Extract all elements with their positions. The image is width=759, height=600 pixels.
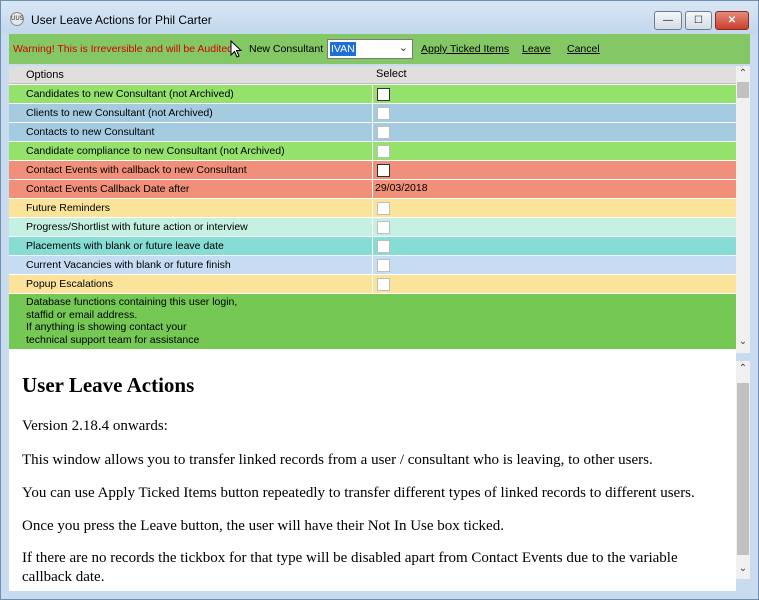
grid-scrollbar[interactable]: ⌃ ⌄ <box>736 66 750 353</box>
scroll-up-icon[interactable]: ⌃ <box>736 361 750 377</box>
option-label: Popup Escalations <box>26 278 113 290</box>
note-line: Database functions containing this user … <box>26 296 238 308</box>
select-checkbox <box>377 126 390 139</box>
table-row: Progress/Shortlist with future action or… <box>9 218 736 237</box>
option-label: Contacts to new Consultant <box>26 126 155 138</box>
mouse-cursor-icon <box>230 40 243 58</box>
note-line: If anything is showing contact your <box>26 321 187 333</box>
column-divider <box>372 237 373 255</box>
close-button[interactable]: ✕ <box>715 11 749 30</box>
column-divider <box>372 104 373 122</box>
table-row: Popup Escalations <box>9 275 736 294</box>
column-divider <box>372 161 373 179</box>
new-consultant-value: IVAN <box>330 42 356 56</box>
column-divider <box>372 275 373 293</box>
note-text: Database functions containing this user … <box>26 296 237 346</box>
cancel-link[interactable]: Cancel <box>567 43 600 55</box>
column-header-select[interactable]: Select <box>376 68 407 80</box>
maximize-button[interactable]: ☐ <box>685 11 712 30</box>
select-checkbox[interactable] <box>377 88 390 101</box>
note-line: technical support team for assistance <box>26 333 200 346</box>
options-grid: Options Select Candidates to new Consult… <box>9 66 736 353</box>
database-functions-note-row: Database functions containing this user … <box>9 294 736 350</box>
help-pane: User Leave Actions Version 2.18.4 onward… <box>9 353 736 591</box>
close-icon: ✕ <box>727 15 737 26</box>
warning-text: Warning! This is Irreversible and will b… <box>13 43 233 55</box>
title-bar[interactable]: UUS User Leave Actions for Phil Carter —… <box>1 1 758 34</box>
table-row: Future Reminders <box>9 199 736 218</box>
apply-ticked-items-link[interactable]: Apply Ticked Items <box>421 43 509 55</box>
table-row: Contacts to new Consultant <box>9 123 736 142</box>
help-paragraph: You can use Apply Ticked Items button re… <box>22 485 695 501</box>
user-leave-actions-window: UUS User Leave Actions for Phil Carter —… <box>0 0 759 600</box>
select-checkbox <box>377 259 390 272</box>
select-checkbox <box>377 202 390 215</box>
grid-header: Options Select <box>9 66 736 84</box>
help-paragraph: If there are no records the tickbox for … <box>22 550 678 585</box>
note-line: staffid or email address. <box>26 308 138 321</box>
new-consultant-dropdown[interactable]: IVAN ⌄ <box>327 39 413 59</box>
select-checkbox <box>377 240 390 253</box>
column-header-options[interactable]: Options <box>26 69 64 81</box>
help-paragraph: Once you press the Leave button, the use… <box>22 518 504 534</box>
app-icon: UUS <box>10 12 24 26</box>
help-heading: User Leave Actions <box>22 373 195 397</box>
option-label: Candidate compliance to new Consultant (… <box>26 145 285 157</box>
column-divider <box>372 218 373 236</box>
callback-date-field[interactable]: 29/03/2018 <box>375 182 428 194</box>
table-row: Current Vacancies with blank or future f… <box>9 256 736 275</box>
column-divider <box>372 199 373 217</box>
help-scrollbar[interactable]: ⌃ ⌄ <box>736 361 750 579</box>
select-checkbox <box>377 278 390 291</box>
scroll-down-icon[interactable]: ⌄ <box>736 561 750 577</box>
help-version: Version 2.18.4 onwards: <box>22 418 168 434</box>
option-label: Future Reminders <box>26 202 111 214</box>
leave-link[interactable]: Leave <box>522 43 551 55</box>
chevron-down-icon[interactable]: ⌄ <box>399 41 408 54</box>
table-row: Candidates to new Consultant (not Archiv… <box>9 85 736 104</box>
table-row: Contact Events with callback to new Cons… <box>9 161 736 180</box>
option-label: Contact Events with callback to new Cons… <box>26 164 247 176</box>
table-row: Contact Events Callback Date after 29/03/… <box>9 180 736 199</box>
option-label: Progress/Shortlist with future action or… <box>26 221 248 233</box>
column-divider <box>372 123 373 141</box>
option-label: Placements with blank or future leave da… <box>26 240 224 252</box>
table-row: Candidate compliance to new Consultant (… <box>9 142 736 161</box>
window-title: User Leave Actions for Phil Carter <box>31 13 212 27</box>
option-label: Current Vacancies with blank or future f… <box>26 259 231 271</box>
maximize-icon: ☐ <box>694 15 703 26</box>
help-scroll-thumb[interactable] <box>737 383 749 555</box>
grid-scroll-thumb[interactable] <box>737 82 749 98</box>
column-divider <box>372 256 373 274</box>
toolbar: Warning! This is Irreversible and will b… <box>9 34 750 64</box>
scroll-up-icon[interactable]: ⌃ <box>736 66 750 82</box>
minimize-button[interactable]: — <box>654 11 682 30</box>
column-divider <box>372 85 373 103</box>
option-label: Contact Events Callback Date after <box>26 183 190 195</box>
new-consultant-label: New Consultant <box>249 43 324 55</box>
table-row: Placements with blank or future leave da… <box>9 237 736 256</box>
minimize-icon: — <box>663 15 673 26</box>
option-label: Clients to new Consultant (not Archived) <box>26 107 213 119</box>
column-divider <box>372 180 373 198</box>
option-label: Candidates to new Consultant (not Archiv… <box>26 88 234 100</box>
column-divider <box>372 142 373 160</box>
help-paragraph: This window allows you to transfer linke… <box>22 452 653 468</box>
scroll-down-icon[interactable]: ⌄ <box>736 334 750 350</box>
select-checkbox[interactable] <box>377 164 390 177</box>
select-checkbox <box>377 221 390 234</box>
select-checkbox <box>377 107 390 120</box>
select-checkbox <box>377 145 390 158</box>
table-row: Clients to new Consultant (not Archived) <box>9 104 736 123</box>
